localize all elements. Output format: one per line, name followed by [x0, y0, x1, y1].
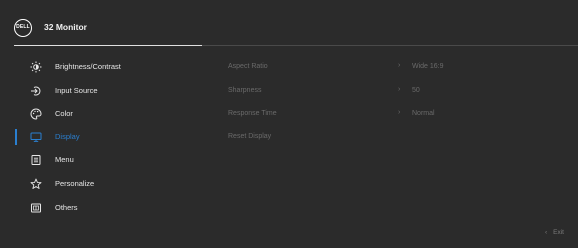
- exit-button[interactable]: ‹ Exit: [545, 229, 564, 236]
- chevron-right-icon: ›: [398, 86, 401, 93]
- setting-value: Wide 16:9: [412, 63, 444, 70]
- star-icon: [30, 178, 42, 190]
- header-divider-active: [14, 45, 202, 46]
- menu-item-label: Input Source: [55, 86, 98, 95]
- chevron-right-icon: ›: [398, 109, 401, 116]
- menu-item-label: Brightness/Contrast: [55, 62, 121, 71]
- monitor-title: 32 Monitor: [44, 22, 87, 32]
- menu-item-menu[interactable]: Menu: [0, 149, 200, 171]
- setting-label: Aspect Ratio: [228, 63, 268, 70]
- menu-item-label: Personalize: [55, 179, 95, 188]
- setting-label: Reset Display: [228, 133, 272, 140]
- menu-item-label: Display: [55, 132, 80, 141]
- sun-icon: [30, 61, 42, 73]
- menu-item-others[interactable]: Others: [0, 197, 200, 219]
- exit-label: Exit: [553, 229, 564, 236]
- menu-item-label: Others: [55, 203, 78, 212]
- menu-item-label: Menu: [55, 155, 74, 164]
- setting-response-time[interactable]: Response Time › Normal: [225, 103, 565, 125]
- osd-header: DELL 32 Monitor: [0, 0, 578, 46]
- setting-reset-display[interactable]: Reset Display: [225, 126, 565, 148]
- menu-list-icon: [30, 154, 42, 166]
- menu-item-color[interactable]: Color: [0, 103, 200, 125]
- chevron-left-icon: ‹: [544, 229, 548, 236]
- others-icon: [30, 202, 42, 214]
- active-indicator: [15, 129, 17, 145]
- menu-item-input-source[interactable]: Input Source: [0, 80, 200, 102]
- setting-aspect-ratio[interactable]: Aspect Ratio › Wide 16:9: [225, 56, 565, 78]
- menu-item-display[interactable]: Display: [0, 126, 200, 148]
- setting-label: Response Time: [228, 110, 277, 117]
- setting-label: Sharpness: [228, 87, 262, 94]
- header-divider: [202, 45, 578, 46]
- monitor-icon: [30, 131, 42, 143]
- menu-item-label: Color: [55, 109, 73, 118]
- chevron-right-icon: ›: [398, 62, 401, 69]
- setting-sharpness[interactable]: Sharpness › 50: [225, 80, 565, 102]
- menu-item-personalize[interactable]: Personalize: [0, 173, 200, 195]
- setting-value: 50: [412, 87, 420, 94]
- osd-window: DELL 32 Monitor Brightness/Contrast Inpu…: [0, 0, 578, 248]
- dell-logo: DELL: [14, 19, 32, 37]
- setting-value: Normal: [412, 110, 435, 117]
- palette-icon: [30, 108, 42, 120]
- input-arrow-icon: [30, 85, 42, 97]
- menu-item-brightness-contrast[interactable]: Brightness/Contrast: [0, 56, 200, 78]
